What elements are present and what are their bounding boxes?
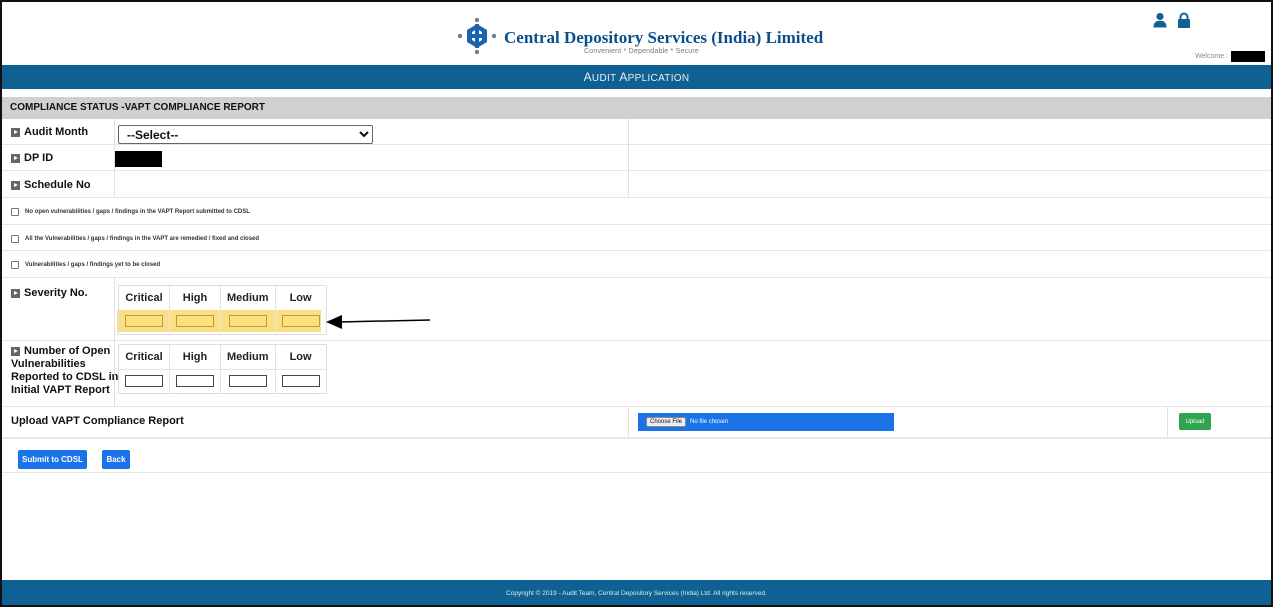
- open-vuln-text-4: Initial VAPT Report: [11, 384, 110, 396]
- back-button[interactable]: Back: [102, 450, 130, 469]
- schedule-no-text: Schedule No: [24, 179, 91, 191]
- audit-month-select[interactable]: --Select--: [118, 125, 373, 144]
- dp-id-row: DP ID: [2, 145, 1271, 171]
- upload-label: Upload VAPT Compliance Report: [11, 415, 184, 427]
- checkbox-control[interactable]: [11, 261, 19, 269]
- checkbox-control[interactable]: [11, 208, 19, 216]
- col-medium: Medium: [221, 286, 276, 310]
- actions-row: [2, 438, 1271, 473]
- schedule-no-label: Schedule No: [11, 179, 91, 192]
- annotation-arrow-icon: [326, 315, 431, 329]
- open-vuln-text-3: Reported to CDSL in: [11, 371, 119, 383]
- open-critical-input[interactable]: [125, 374, 163, 387]
- upload-row: Upload VAPT Compliance Report: [2, 407, 1271, 438]
- column-divider: [1167, 407, 1168, 438]
- col-critical: Critical: [119, 286, 170, 310]
- app-title-word1: UDIT: [591, 73, 620, 84]
- audit-month-label: Audit Month: [11, 126, 88, 139]
- checkbox-control[interactable]: [11, 235, 19, 243]
- submit-to-cdsl-button[interactable]: Submit to CDSL: [18, 450, 87, 469]
- column-divider: [628, 407, 629, 438]
- col-medium: Medium: [221, 345, 276, 369]
- open-medium-input[interactable]: [228, 374, 267, 387]
- severity-table: Critical High Medium Low: [118, 285, 327, 335]
- welcome-text: Welcome :: [1195, 51, 1265, 62]
- col-high: High: [170, 345, 221, 369]
- redacted-username: [1231, 51, 1265, 62]
- app-title-word2: PPLICATION: [627, 73, 690, 84]
- open-vuln-table: Critical High Medium Low: [118, 344, 327, 394]
- bullet-icon: [11, 128, 20, 137]
- severity-high-input[interactable]: [176, 315, 214, 328]
- footer: Copyright © 2019 - Audit Team, Central D…: [2, 580, 1271, 605]
- welcome-label: Welcome :: [1195, 53, 1228, 60]
- column-divider: [628, 119, 629, 198]
- open-vuln-text-2: Vulnerabilities: [11, 358, 86, 370]
- dp-id-label: DP ID: [11, 152, 53, 165]
- file-input[interactable]: Choose File No file chosen: [638, 413, 894, 431]
- checkbox-label: No open vulnerabilities / gaps / finding…: [25, 209, 250, 215]
- app-title-initial2: A: [619, 70, 628, 84]
- bullet-icon: [11, 347, 20, 356]
- checkbox-yet-to-close[interactable]: Vulnerabilities / gaps / findings yet to…: [11, 261, 160, 269]
- severity-text: Severity No.: [24, 287, 88, 299]
- column-divider: [114, 278, 115, 407]
- brand-name: Central Depository Services (India) Limi…: [504, 28, 824, 47]
- column-divider: [114, 119, 115, 198]
- brand-tagline: Convenient * Dependable * Secure: [584, 48, 699, 55]
- col-low: Low: [289, 351, 312, 363]
- open-low-input[interactable]: [281, 374, 320, 387]
- col-low: Low: [289, 292, 312, 304]
- checkbox-label: All the Vulnerabilities / gaps / finding…: [25, 236, 260, 242]
- checkbox-no-open-vuln[interactable]: No open vulnerabilities / gaps / finding…: [11, 208, 250, 216]
- checkbox-row-2: All the Vulnerabilities / gaps / finding…: [2, 225, 1271, 251]
- checkbox-all-remedied[interactable]: All the Vulnerabilities / gaps / finding…: [11, 235, 259, 243]
- redacted-dp-id: [115, 151, 162, 167]
- severity-medium-input[interactable]: [228, 315, 267, 328]
- checkbox-row-3: Vulnerabilities / gaps / findings yet to…: [2, 251, 1271, 278]
- severity-low-input[interactable]: [281, 315, 320, 328]
- section-title: COMPLIANCE STATUS -VAPT COMPLIANCE REPOR…: [2, 97, 1271, 119]
- bullet-icon: [11, 154, 20, 163]
- checkbox-label: Vulnerabilities / gaps / findings yet to…: [25, 262, 161, 268]
- app-title-initial: A: [583, 70, 592, 84]
- severity-label: Severity No.: [11, 287, 88, 300]
- schedule-no-row: Schedule No: [2, 171, 1271, 198]
- page-frame: Central Depository Services (India) Limi…: [0, 0, 1273, 607]
- cdsl-logo-icon: [457, 17, 497, 55]
- upload-button[interactable]: Upload: [1179, 413, 1211, 430]
- bullet-icon: [11, 289, 20, 298]
- user-icon[interactable]: [1152, 12, 1168, 28]
- bullet-icon: [11, 181, 20, 190]
- severity-critical-input[interactable]: [125, 315, 163, 328]
- dp-id-text: DP ID: [24, 152, 54, 164]
- col-critical: Critical: [119, 345, 170, 369]
- file-status-text: No file chosen: [690, 419, 729, 425]
- col-high: High: [170, 286, 221, 310]
- site-header: Central Depository Services (India) Limi…: [2, 2, 1271, 65]
- app-title-bar: AUDIT APPLICATION: [2, 65, 1271, 89]
- choose-file-button[interactable]: Choose File: [646, 417, 687, 427]
- open-vuln-text-1: Number of Open: [24, 345, 111, 357]
- open-high-input[interactable]: [176, 374, 214, 387]
- open-vuln-label: Number of Open: [11, 345, 110, 358]
- lock-icon[interactable]: [1177, 12, 1191, 28]
- audit-month-text: Audit Month: [24, 126, 89, 138]
- checkbox-row-1: No open vulnerabilities / gaps / finding…: [2, 198, 1271, 225]
- user-controls: [1152, 12, 1191, 28]
